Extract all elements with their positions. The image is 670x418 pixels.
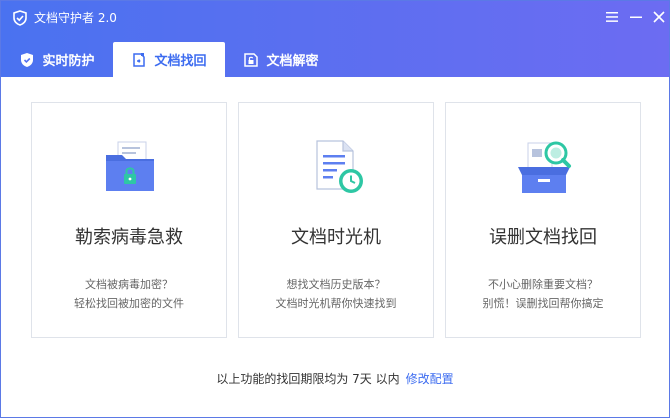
- document-recover-icon: [133, 52, 146, 67]
- card-title: 误删文档找回: [489, 227, 597, 248]
- retention-period-text: 以上功能的找回期限均为 7天 以内: [216, 372, 400, 386]
- close-icon[interactable]: [651, 9, 667, 25]
- card-title: 文档时光机: [291, 227, 381, 248]
- card-description: 文档被病毒加密？ 轻松找回被加密的文件: [32, 275, 226, 313]
- tab-label: 文档解密: [266, 54, 319, 69]
- card-desc-line: 不小心删除重要文档？: [488, 278, 598, 291]
- tab-realtime-protection[interactable]: 实时防护: [1, 42, 113, 77]
- tab-document-decrypt[interactable]: 文档解密: [225, 42, 337, 77]
- tab-bar: 实时防护 文档找回 文档解密: [1, 42, 669, 77]
- box-search-icon: [518, 141, 571, 193]
- header: 文档守护者 2.0 实时防护 文档找回 文档解密: [1, 1, 669, 77]
- app-window: 文档守护者 2.0 实时防护 文档找回 文档解密 勒索病毒急救 文档被病毒加密？…: [0, 0, 670, 418]
- card-deleted-document-recovery[interactable]: 误删文档找回 不小心删除重要文档？ 别慌！误删找回帮你搞定: [445, 102, 641, 338]
- app-title: 文档守护者 2.0: [34, 11, 117, 25]
- card-description: 不小心删除重要文档？ 别慌！误删找回帮你搞定: [446, 275, 640, 313]
- card-desc-line: 文档时光机帮你快速找到: [275, 297, 397, 310]
- tab-label: 文档找回: [154, 54, 207, 69]
- card-document-time-machine[interactable]: 文档时光机 想找文档历史版本？ 文档时光机帮你快速找到: [238, 102, 434, 338]
- modify-settings-link[interactable]: 修改配置: [406, 372, 454, 386]
- minimize-icon[interactable]: [628, 9, 644, 25]
- locked-folder-icon: [106, 141, 154, 191]
- document-clock-icon: [316, 140, 363, 193]
- menu-icon[interactable]: [604, 9, 620, 25]
- shield-logo-icon: [13, 10, 27, 26]
- card-desc-line: 别慌！误删找回帮你搞定: [482, 297, 604, 310]
- document-unlock-icon: [244, 52, 259, 67]
- feature-cards: 勒索病毒急救 文档被病毒加密？ 轻松找回被加密的文件 文档时光机 想找文档历史版…: [31, 102, 641, 338]
- card-ransomware-rescue[interactable]: 勒索病毒急救 文档被病毒加密？ 轻松找回被加密的文件: [31, 102, 227, 338]
- shield-icon: [21, 52, 34, 67]
- title-bar: 文档守护者 2.0: [1, 1, 669, 35]
- card-desc-line: 想找文档历史版本？: [286, 278, 386, 291]
- card-desc-line: 文档被病毒加密？: [85, 278, 173, 291]
- tab-label: 实时防护: [42, 54, 95, 69]
- tab-document-recovery[interactable]: 文档找回: [113, 42, 225, 77]
- card-desc-line: 轻松找回被加密的文件: [74, 297, 184, 310]
- card-description: 想找文档历史版本？ 文档时光机帮你快速找到: [239, 275, 433, 313]
- footer-note: 以上功能的找回期限均为 7天 以内 修改配置: [1, 370, 669, 387]
- card-title: 勒索病毒急救: [75, 227, 183, 248]
